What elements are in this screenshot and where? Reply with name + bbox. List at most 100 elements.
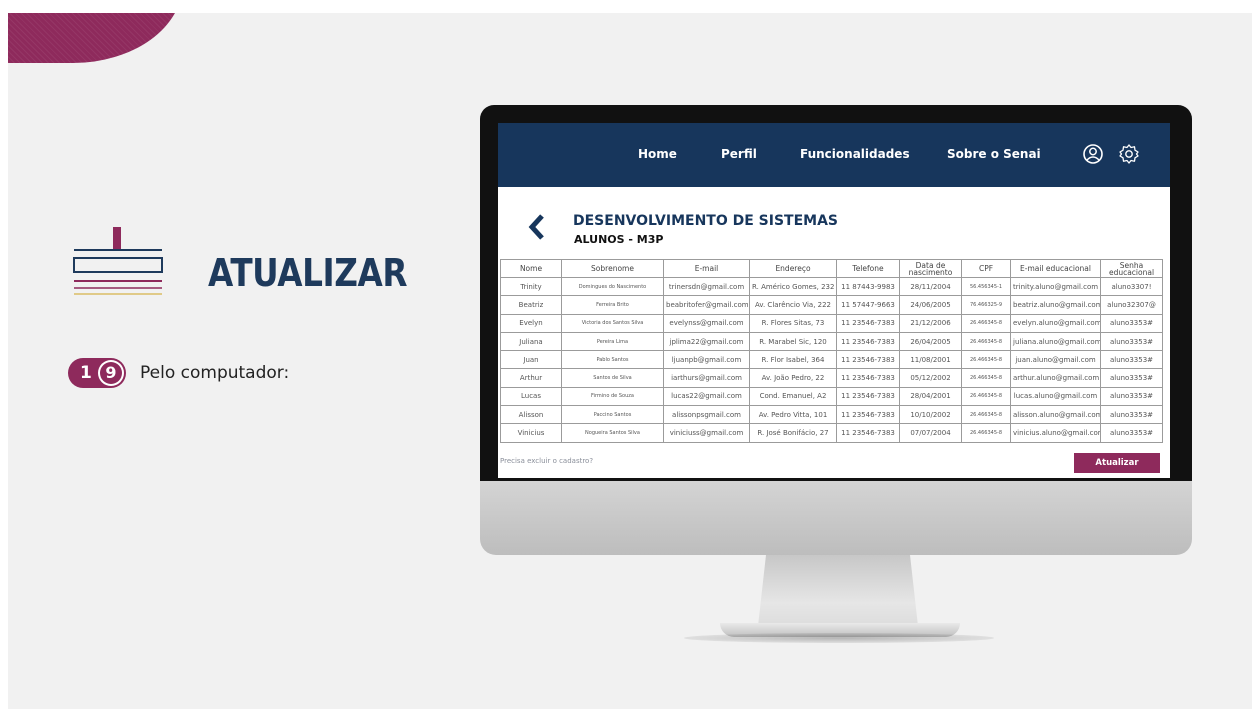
update-button[interactable]: Atualizar xyxy=(1074,453,1160,473)
table-cell: Firmino de Souza xyxy=(561,386,664,407)
table-row[interactable]: Juliana Pereira Lima jplima22@gmail.com R. … xyxy=(500,331,1163,352)
table-cell: 26.466345-8 xyxy=(961,405,1011,425)
table-row[interactable]: Evelyn Victoria dos Santos Silva evelynss@… xyxy=(500,313,1163,333)
column-header: E-mail xyxy=(663,259,750,278)
table-cell: Alisson xyxy=(500,405,562,425)
table-cell: alissonpsgmail.com xyxy=(663,405,750,425)
table-cell: Santos de Silva xyxy=(561,368,664,388)
table-row[interactable]: Trinity Domingues do Nascimento trinersdn@… xyxy=(500,276,1163,297)
table-cell: Nogueira Santos Silva xyxy=(561,423,664,443)
table-cell: beatriz.aluno@gmail.com xyxy=(1010,295,1101,315)
table-cell: aluno32307@ xyxy=(1100,295,1163,315)
table-cell: Av. Pedro Vitta, 101 xyxy=(749,405,837,425)
table-cell: aluno3353# xyxy=(1100,368,1163,388)
table-cell: Av. João Pedro, 22 xyxy=(749,368,837,388)
table-cell: R. José Bonifácio, 27 xyxy=(749,423,837,443)
table-cell: 26/04/2005 xyxy=(899,331,962,352)
table-cell: Av. Clarêncio Via, 222 xyxy=(749,295,837,315)
step-number-badge: 1 9 xyxy=(68,358,126,388)
table-cell: lucas22@gmail.com xyxy=(663,386,750,407)
table-cell: aluno3353# xyxy=(1100,313,1163,333)
monitor: Home Perfil Funcionalidades Sobre o Sena… xyxy=(480,105,1192,555)
monitor-shadow xyxy=(684,633,994,643)
chevron-left-icon[interactable] xyxy=(528,213,546,241)
table-cell: 56.456345-1 xyxy=(961,276,1011,297)
step-number-first: 1 xyxy=(80,363,92,383)
slide: ATUALIZAR 1 9 Pelo computador: Home Perf… xyxy=(8,13,1252,709)
step: 1 9 Pelo computador: xyxy=(68,358,289,388)
nav-sobre[interactable]: Sobre o Senai xyxy=(947,147,1041,161)
table-row[interactable]: Alisson Paccino Santos alissonpsgmail.com A… xyxy=(500,405,1163,425)
table-cell: 05/12/2002 xyxy=(899,368,962,388)
table-cell: ljuanpb@gmail.com xyxy=(663,350,750,370)
nav-funcionalidades[interactable]: Funcionalidades xyxy=(800,147,910,161)
top-nav: Home Perfil Funcionalidades Sobre o Sena… xyxy=(498,123,1170,187)
corner-decoration xyxy=(8,13,183,63)
table-cell: 11 23546-7383 xyxy=(836,386,900,407)
monitor-chin xyxy=(480,481,1192,555)
table-cell: Pereira Lima xyxy=(561,331,664,352)
table-cell: Cond. Emanuel, A2 xyxy=(749,386,837,407)
table-cell: R. Flor Isabel, 364 xyxy=(749,350,837,370)
table-cell: 11 23546-7383 xyxy=(836,313,900,333)
table-cell: jplima22@gmail.com xyxy=(663,331,750,352)
table-cell: alisson.aluno@gmail.com xyxy=(1010,405,1101,425)
nav-perfil[interactable]: Perfil xyxy=(721,147,757,161)
table-cell: 26.466345-8 xyxy=(961,386,1011,407)
table-cell: Juan xyxy=(500,350,562,370)
step-text: Pelo computador: xyxy=(140,363,290,383)
table-cell: 26.466345-8 xyxy=(961,313,1011,333)
table-cell: 76.466325-9 xyxy=(961,295,1011,315)
column-header: Endereço xyxy=(749,259,837,278)
table-cell: arthur.aluno@gmail.com xyxy=(1010,368,1101,388)
table-row[interactable]: Lucas Firmino de Souza lucas22@gmail.com Co… xyxy=(500,386,1163,407)
table-cell: evelynss@gmail.com xyxy=(663,313,750,333)
table-row[interactable]: Arthur Santos de Silva iarthurs@gmail.com A… xyxy=(500,368,1163,388)
table-cell: aluno3353# xyxy=(1100,386,1163,407)
column-header: CPF xyxy=(961,259,1011,278)
page-title: DESENVOLVIMENTO DE SISTEMAS xyxy=(573,213,839,229)
students-table: Nome Sobrenome E-mail Endereço Telefone Data … xyxy=(500,259,1163,443)
delete-registration-link[interactable]: Precisa excluir o cadastro? xyxy=(500,457,593,465)
table-cell: aluno3353# xyxy=(1100,405,1163,425)
column-header: Nome xyxy=(500,259,562,278)
table-cell: evelyn.aluno@gmail.com xyxy=(1010,313,1101,333)
table-cell: Beatriz xyxy=(500,295,562,315)
table-cell: vinicius.aluno@gmail.com xyxy=(1010,423,1101,443)
table-cell: Juliana xyxy=(500,331,562,352)
table-cell: 11 23546-7383 xyxy=(836,423,900,443)
user-circle-icon[interactable] xyxy=(1082,143,1104,165)
slide-title: ATUALIZAR xyxy=(208,251,408,295)
table-cell: 26.466345-8 xyxy=(961,368,1011,388)
column-header: E-mail educacional xyxy=(1010,259,1101,278)
table-cell: juan.aluno@gmail.com xyxy=(1010,350,1101,370)
table-cell: aluno3353# xyxy=(1100,331,1163,352)
table-cell: beabritofer@gmail.com xyxy=(663,295,750,315)
table-cell: juliana.aluno@gmail.com xyxy=(1010,331,1101,352)
table-cell: 11 87443-9983 xyxy=(836,276,900,297)
table-cell: Ferreira Brito xyxy=(561,295,664,315)
table-cell: 11 23546-7383 xyxy=(836,405,900,425)
table-cell: 26.466345-8 xyxy=(961,350,1011,370)
step-number-second: 9 xyxy=(100,362,122,384)
table-cell: 28/11/2004 xyxy=(899,276,962,297)
table-cell: 21/12/2006 xyxy=(899,313,962,333)
table-cell: Trinity xyxy=(500,276,562,297)
table-cell: Evelyn xyxy=(500,313,562,333)
table-cell: Lucas xyxy=(500,386,562,407)
table-cell: Pablo Santos xyxy=(561,350,664,370)
table-cell: aluno3353# xyxy=(1100,423,1163,443)
table-cell: 10/10/2002 xyxy=(899,405,962,425)
table-cell: aluno3353# xyxy=(1100,350,1163,370)
table-cell: 26.466345-8 xyxy=(961,331,1011,352)
column-header: Telefone xyxy=(836,259,900,278)
app-screen: Home Perfil Funcionalidades Sobre o Sena… xyxy=(498,123,1170,478)
gear-icon[interactable] xyxy=(1118,143,1140,165)
table-row[interactable]: Vinicius Nogueira Santos Silva viniciuss@g… xyxy=(500,423,1163,443)
table-cell: 11 57447-9663 xyxy=(836,295,900,315)
table-row[interactable]: Beatriz Ferreira Brito beabritofer@gmail.c… xyxy=(500,295,1163,315)
table-cell: R. Américo Gomes, 232 xyxy=(749,276,837,297)
table-cell: Arthur xyxy=(500,368,562,388)
table-row[interactable]: Juan Pablo Santos ljuanpb@gmail.com R. Flor… xyxy=(500,350,1163,370)
nav-home[interactable]: Home xyxy=(638,147,677,161)
